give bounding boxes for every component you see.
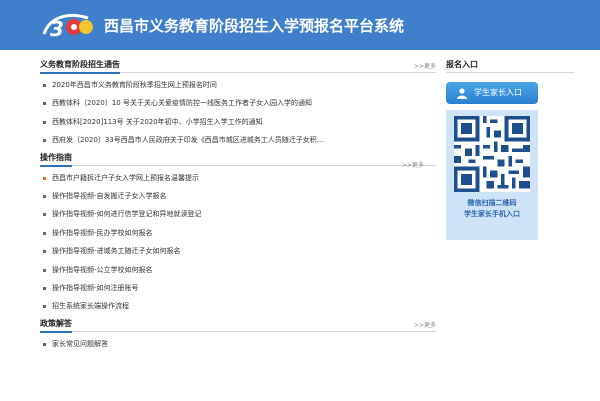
bullet-icon	[43, 213, 46, 217]
qr-panel: 微信扫描二维码 学生家长手机入口	[446, 110, 538, 240]
bullet-icon	[43, 84, 46, 87]
list-item[interactable]: 西教体科[2020]113号 关于2020年初中、小学招生入学工作的通知	[40, 113, 436, 131]
bullet-icon	[43, 120, 46, 124]
list-item[interactable]: 操作指导视频-民办学校如何报名	[40, 224, 436, 242]
parent-login-button[interactable]: 学生家长入口	[446, 82, 538, 104]
section-title: 政策解答	[40, 318, 72, 333]
site-header: 3 西昌市义务教育阶段招生入学预报名平台系统	[0, 0, 600, 50]
list-item[interactable]: 西昌市户籍拆迁户子女入学网上预报名温馨提示	[40, 169, 436, 187]
list-item[interactable]: 操作指导视频-如何注册账号	[40, 279, 436, 297]
section-title: 操作指南	[40, 152, 72, 167]
list-item[interactable]: 西教体科〔2020〕10 号关于关心关爱疫情防控一线医务工作者子女入园入学的通知	[40, 94, 436, 112]
bullet-icon	[43, 286, 46, 290]
section-policy: 政策解答 >>更多 家长常见问题解答	[40, 317, 436, 353]
section-header: 义务教育阶段招生通告 >>更多	[40, 58, 436, 74]
bullet-icon	[43, 250, 46, 254]
sidebar: 报名入口 学生家长入口 微信扫描二维码 学生家长手机入口	[446, 58, 574, 240]
section-title: 义务教育阶段招生通告	[40, 59, 120, 74]
bullet-icon	[43, 176, 46, 180]
section-header: 操作指南	[40, 151, 436, 167]
list-item[interactable]: 招生系统家长端操作流程	[40, 297, 436, 315]
qr-caption: 微信扫描二维码 学生家长手机入口	[446, 198, 538, 220]
bullet-icon	[43, 231, 46, 235]
bullet-icon	[43, 102, 46, 106]
bullet-icon	[43, 268, 46, 272]
more-link[interactable]: >>更多	[414, 61, 436, 70]
list-item[interactable]: 2020年西昌市义务教育阶段秋季招生网上预报名时间	[40, 76, 436, 94]
site-title: 西昌市义务教育阶段招生入学预报名平台系统	[104, 17, 405, 35]
list-item[interactable]: 操作指导视频-公立学校如何报名	[40, 261, 436, 279]
user-icon	[457, 88, 467, 99]
qr-caption-line-1: 微信扫描二维码	[467, 199, 517, 207]
section-guide: 操作指南 西昌市户籍拆迁户子女入学网上预报名温馨提示 操作指导视频-自发搬迁子女…	[40, 151, 436, 316]
list-item[interactable]: 家长常见问题解答	[40, 335, 436, 353]
bullet-icon	[43, 194, 46, 198]
more-link[interactable]: >>更多	[414, 320, 436, 329]
bullet-icon	[43, 305, 46, 309]
bullet-icon	[43, 139, 46, 143]
list-item[interactable]: 西府发〔2020〕33号西昌市人民政府关于印发《西昌市城区进城务工人员随迁子女积…	[40, 131, 436, 149]
bullet-icon	[43, 342, 46, 346]
qr-code-icon	[454, 116, 530, 192]
section-notices: 义务教育阶段招生通告 >>更多 2020年西昌市义务教育阶段秋季招生网上预报名时…	[40, 58, 436, 150]
list-item[interactable]: 操作指导视频-自发搬迁子女入学报名	[40, 187, 436, 205]
qr-caption-line-2: 学生家长手机入口	[464, 210, 520, 218]
main-content: 义务教育阶段招生通告 >>更多 2020年西昌市义务教育阶段秋季招生网上预报名时…	[40, 58, 436, 353]
list-item[interactable]: 操作指导视频-如何进行信学登记和异地就读登记	[40, 205, 436, 223]
parent-login-label: 学生家长入口	[474, 88, 522, 97]
list-item[interactable]: 操作指导视频-进城务工随迁子女如何报名	[40, 242, 436, 260]
logo-icon: 3	[42, 13, 93, 41]
section-header: 政策解答 >>更多	[40, 317, 436, 333]
svg-text:3: 3	[50, 17, 64, 41]
sidebar-title: 报名入口	[446, 58, 574, 73]
